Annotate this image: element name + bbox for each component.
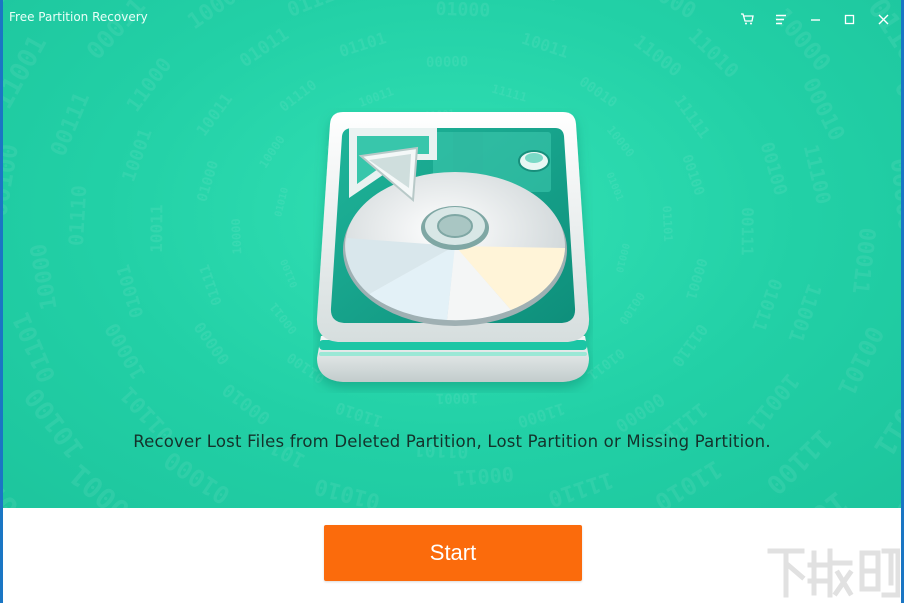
binary-digits: 01111 [197, 262, 226, 307]
minimize-icon[interactable] [802, 8, 828, 30]
binary-digits: 00000 [426, 54, 469, 71]
binary-digits: 01101 [6, 308, 61, 387]
tagline: Recover Lost Files from Deleted Partitio… [133, 432, 771, 451]
window-title: Free Partition Recovery [9, 10, 148, 24]
binary-digits: 00011 [452, 462, 515, 491]
hard-drive-icon [316, 112, 590, 382]
binary-digits: 01000 [159, 445, 236, 508]
binary-digits: 00100 [0, 142, 24, 219]
binary-digits: 11100 [799, 142, 836, 207]
maximize-icon[interactable] [836, 8, 862, 30]
binary-digits: 00011 [0, 459, 54, 508]
binary-digits: 10100 [19, 382, 90, 464]
binary-digits: 00000 [190, 318, 234, 368]
binary-digits: 10011 [742, 368, 804, 436]
binary-digits: 00111 [738, 207, 757, 256]
start-button[interactable]: Start [324, 525, 582, 581]
binary-digits: 10001 [63, 458, 149, 508]
binary-digits: 00111 [45, 88, 95, 160]
binary-digits: 00010 [613, 242, 631, 274]
hero-banner: 0100010110011000101000110010011001001001… [0, 0, 904, 508]
binary-digits: 01001 [603, 171, 625, 203]
binary-digits: 10000 [229, 218, 245, 255]
binary-digits: 00011 [847, 226, 880, 295]
binary-digits: 00010 [576, 74, 620, 111]
binary-digits: 01010 [312, 473, 383, 508]
binary-digits: 01110 [668, 320, 712, 370]
binary-digits: 00100 [756, 140, 791, 198]
binary-digits: 11111 [490, 82, 529, 105]
binary-digits: 10000 [256, 133, 288, 171]
binary-digits: 00010 [219, 379, 275, 429]
binary-digits: 10011 [192, 89, 236, 139]
title-bar: Free Partition Recovery [0, 0, 904, 36]
binary-digits: 00100 [616, 289, 648, 327]
binary-digits: 01001 [113, 262, 148, 320]
binary-digits: 00010 [797, 74, 850, 145]
binary-digits: 11001 [0, 31, 53, 115]
app-window: 0100010110011000101000110010011001001001… [0, 0, 904, 603]
binary-digits: 11010 [650, 454, 728, 508]
binary-digits: 00011 [267, 300, 300, 337]
binary-digits: 01010 [273, 186, 291, 218]
binary-digits: 11000 [121, 53, 176, 116]
binary-digits: 10011 [357, 84, 396, 110]
binary-digits: 11000 [515, 399, 567, 432]
binary-digits: 10000 [100, 319, 151, 384]
binary-digits: 11110 [545, 466, 617, 508]
binary-digits: 11001 [783, 281, 826, 346]
binary-digits: 01000 [194, 159, 222, 204]
binary-digits: 00101 [832, 322, 890, 400]
binary-digits: 01100 [279, 257, 301, 289]
binary-digits: 01011 [747, 275, 785, 334]
window-border-left [0, 0, 3, 603]
close-icon[interactable] [870, 8, 896, 30]
binary-digits: 10011 [147, 204, 166, 253]
binary-digits: 10000 [26, 242, 63, 312]
binary-digits: 10000 [604, 123, 637, 160]
binary-digits: 01101 [660, 205, 676, 242]
binary-digits: 11000 [629, 31, 685, 81]
binary-digits: 10001 [118, 126, 156, 185]
watermark-logo [767, 548, 900, 598]
shop-icon[interactable] [734, 8, 760, 30]
binary-digits: 00001 [682, 256, 710, 301]
binary-digits: 00100 [678, 153, 707, 198]
binary-digits: 11111 [670, 91, 714, 141]
binary-digits: 01110 [64, 185, 91, 247]
menu-icon[interactable] [768, 8, 794, 30]
binary-digits: 11010 [333, 398, 385, 431]
